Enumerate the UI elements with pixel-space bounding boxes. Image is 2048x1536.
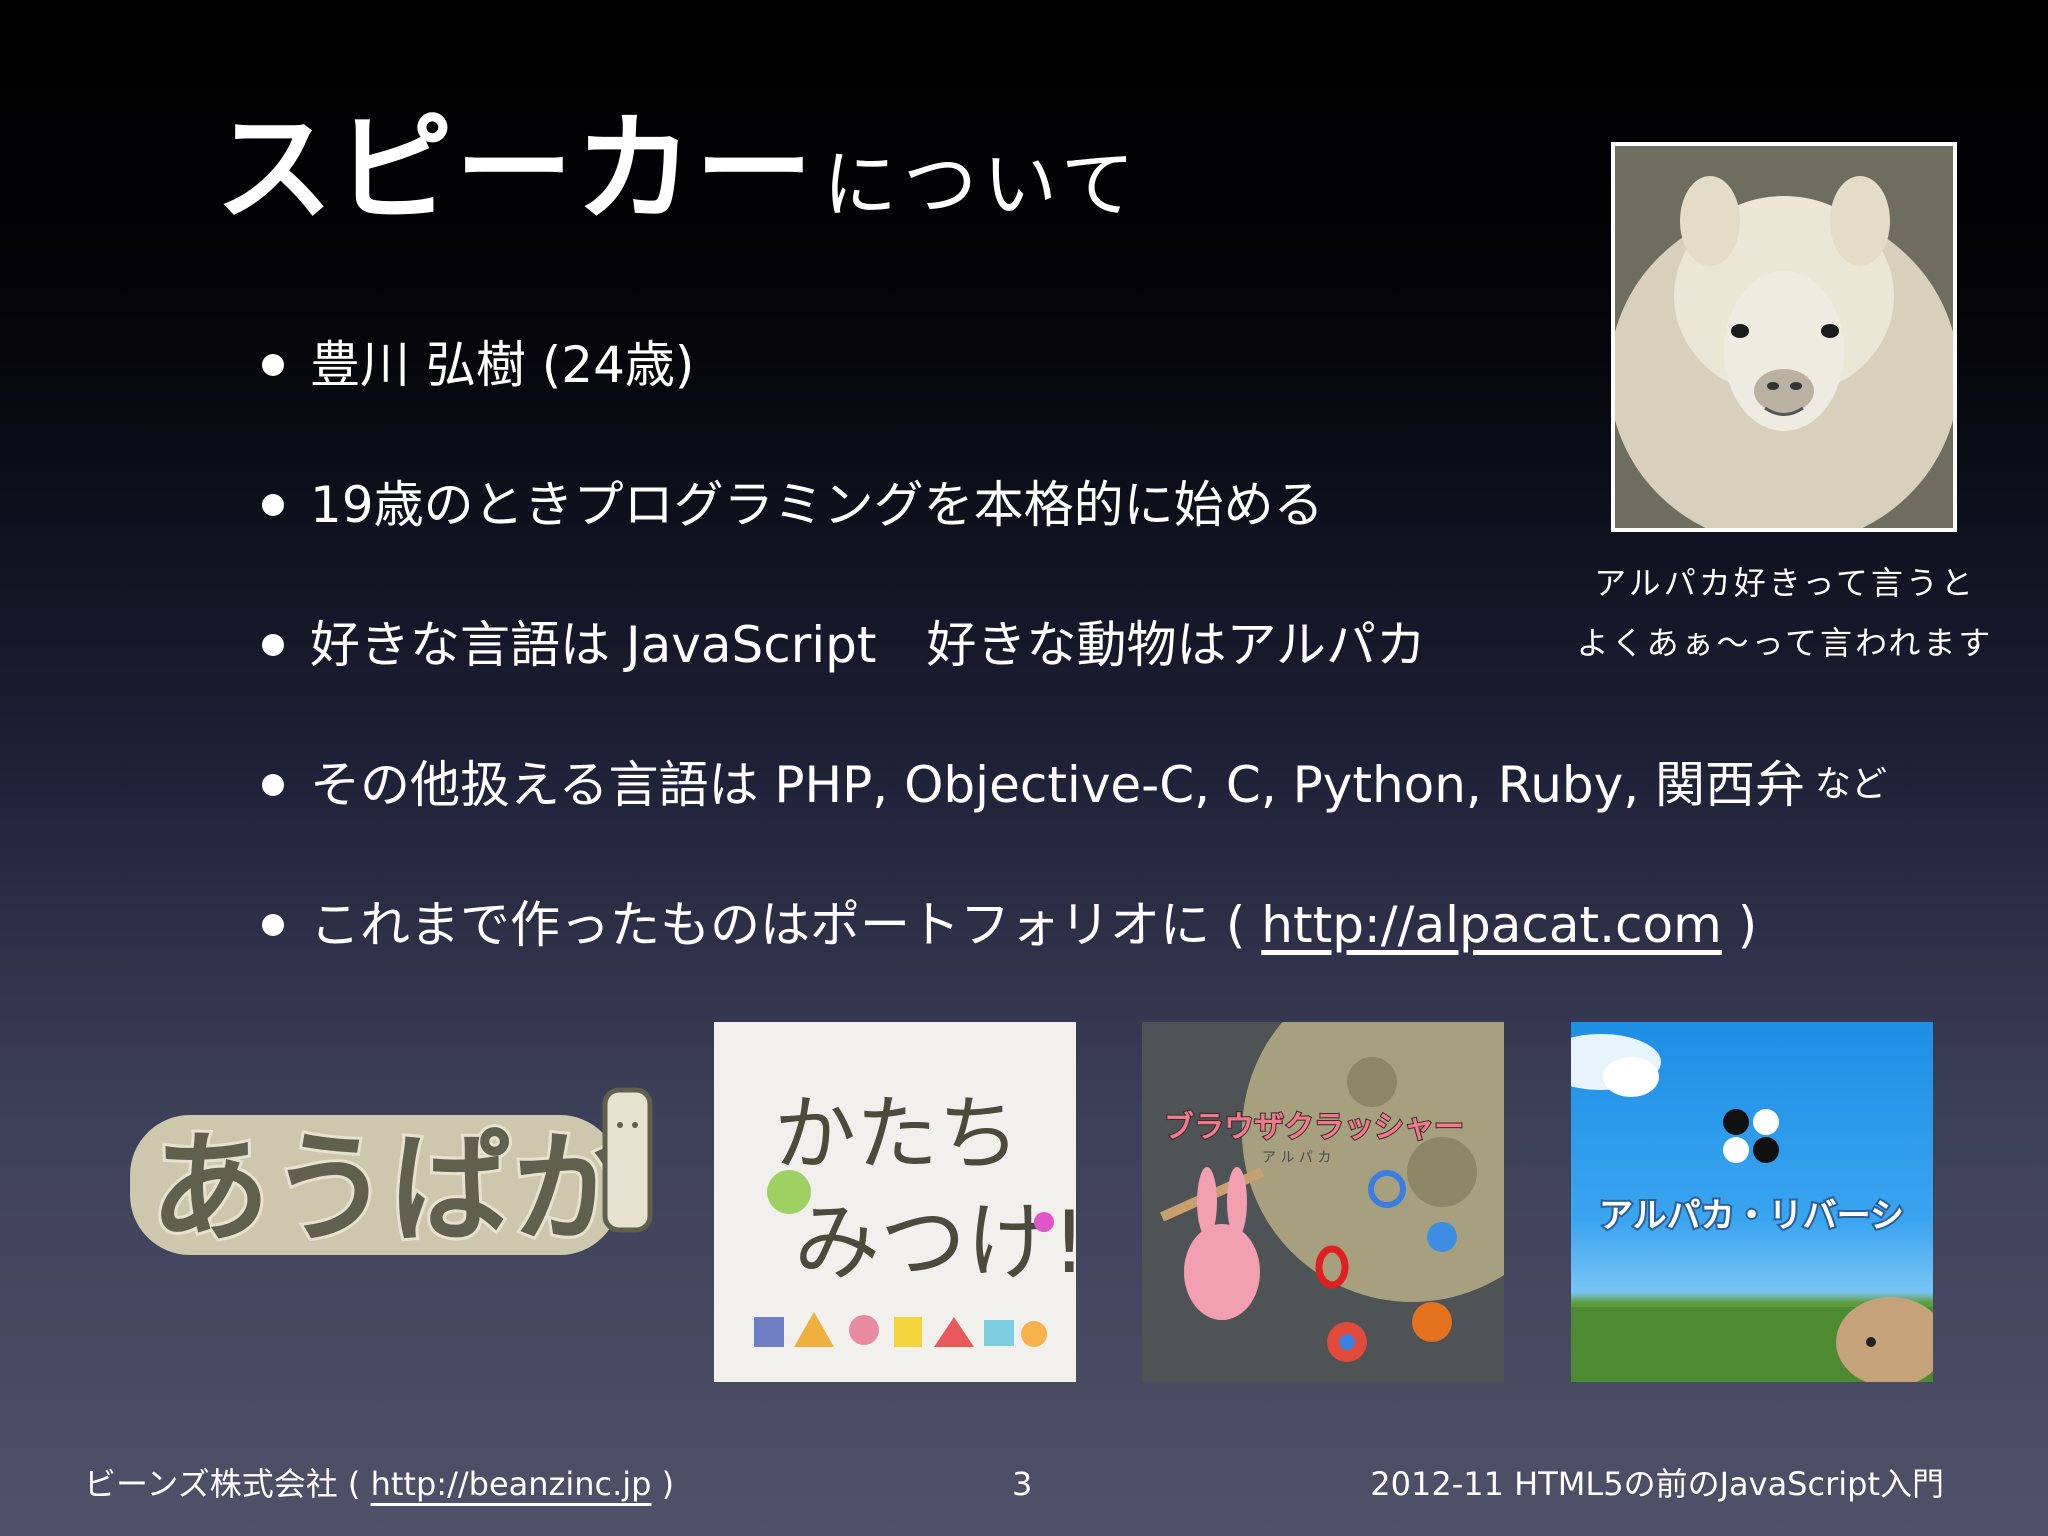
katachi-title-1: かたち xyxy=(774,1087,1020,1182)
aupaka-logo: あうぱか xyxy=(120,1060,680,1310)
bullet-suffix: など xyxy=(1815,764,1888,805)
alpaca-reversi-artwork: アルパカ・リバーシ xyxy=(1571,1034,1933,1382)
bullet-text: 19歳のときプログラミングを本格的に始める xyxy=(310,476,1324,534)
bullet-name: 豊川 弘樹 (24歳) xyxy=(262,340,694,390)
bullet-text: 豊川 弘樹 (24歳) xyxy=(310,336,695,394)
footer-company-close: ) xyxy=(651,1465,675,1503)
katachi-title-2: みつけ!! xyxy=(794,1193,1076,1293)
crasher-title: ブラウザクラッシャー xyxy=(1164,1110,1464,1145)
bullet-dot xyxy=(262,494,284,516)
footer-event: 2012-11 HTML5の前のJavaScript入門 xyxy=(1370,1465,1944,1503)
bullet-dot xyxy=(262,354,284,376)
reversi-title: アルパカ・リバーシ xyxy=(1599,1196,1904,1236)
bullet-dot xyxy=(262,914,284,936)
footer-company-name: ビーンズ株式会社 ( xyxy=(84,1465,371,1503)
bullet-history: 19歳のときプログラミングを本格的に始める xyxy=(262,480,1324,530)
bullet-languages: その他扱える言語は PHP, Objective-C, C, Python, R… xyxy=(262,760,1887,810)
aupaka-logo-graphic: あうぱか xyxy=(130,1087,653,1262)
caption-line-2: よくあぁ〜って言われます xyxy=(1576,624,1994,662)
photo-caption: アルパカ好きって言うと よくあぁ〜って言われます xyxy=(1560,553,2010,673)
alpaca-reversi-tile[interactable]: アルパカ・リバーシ xyxy=(1571,1022,1933,1382)
bullet-favorites: 好きな言語は JavaScript 好きな動物はアルパカ xyxy=(262,620,1426,670)
bullet-text: 好きな言語は JavaScript 好きな動物はアルパカ xyxy=(310,616,1427,674)
bullet-text: その他扱える言語は PHP, Objective-C, C, Python, R… xyxy=(310,756,1806,814)
browser-crasher-tile[interactable]: ブラウザクラッシャー ア ル パ カ xyxy=(1142,1022,1504,1382)
slide-title: スピーカー について xyxy=(215,110,1141,228)
alpaca-illustration xyxy=(1615,146,1953,528)
alpaca-photo xyxy=(1611,142,1957,532)
aupaka-logo-text: あうぱか xyxy=(150,1120,632,1259)
bullet-text: これまで作ったものはポートフォリオに ( xyxy=(310,896,1262,954)
page-number: 3 xyxy=(1012,1465,1033,1503)
bullet-dot xyxy=(262,774,284,796)
bullet-text-after: ) xyxy=(1721,896,1758,954)
title-main: スピーカー xyxy=(215,100,816,238)
katachi-mitsuke-tile[interactable]: かたち みつけ!! xyxy=(714,1022,1076,1382)
footer-company: ビーンズ株式会社 ( http://beanzinc.jp ) xyxy=(84,1468,674,1500)
bullet-dot xyxy=(262,634,284,656)
browser-crasher-artwork: ブラウザクラッシャー ア ル パ カ xyxy=(1142,1022,1504,1382)
portfolio-link[interactable]: http://alpacat.com xyxy=(1261,900,1722,950)
title-sub: について xyxy=(823,142,1141,228)
katachi-mitsuke-artwork: かたち みつけ!! xyxy=(714,1022,1076,1382)
crasher-subtitle: ア ル パ カ xyxy=(1262,1150,1331,1166)
bullet-portfolio: これまで作ったものはポートフォリオに ( http://alpacat.com … xyxy=(262,900,1757,950)
caption-line-1: アルパカ好きって言うと xyxy=(1594,564,1976,602)
footer-company-link[interactable]: http://beanzinc.jp xyxy=(371,1465,652,1503)
